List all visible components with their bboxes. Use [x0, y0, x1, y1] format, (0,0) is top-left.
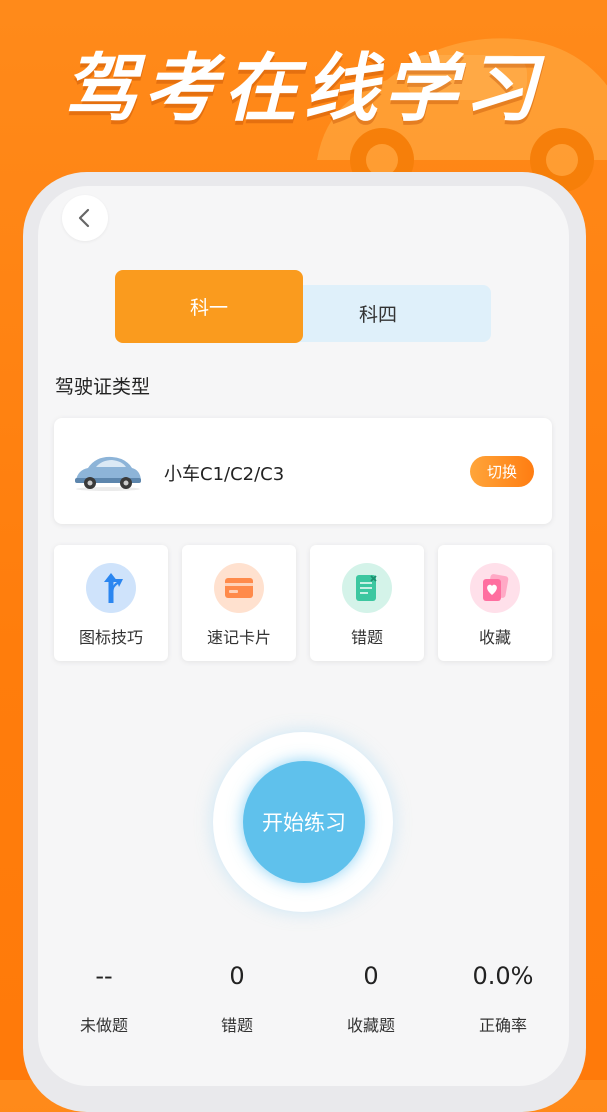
tool-label: 错题 [350, 628, 383, 647]
license-type-value: 小车C1/C2/C3 [164, 464, 285, 485]
tool-favorites[interactable]: 收藏 [438, 545, 552, 661]
chevron-left-icon [78, 208, 90, 228]
stat-wrong[interactable]: 0 错题 [177, 960, 297, 1036]
tool-label: 收藏 [478, 628, 511, 647]
tool-label: 速记卡片 [206, 628, 271, 647]
stat-value: 0 [229, 962, 245, 990]
stat-label: 正确率 [478, 1016, 527, 1035]
tool-grid: 图标技巧 速记卡片 错题 收藏 [54, 545, 554, 661]
stat-value: 0.0% [472, 962, 534, 990]
stat-value: 0 [363, 962, 379, 990]
stat-label: 错题 [220, 1016, 253, 1035]
subject-tabs: 科四 科一 [115, 270, 491, 343]
tool-label: 图标技巧 [78, 628, 143, 647]
tool-flash-cards[interactable]: 速记卡片 [182, 545, 296, 661]
start-practice-ring: 开始练习 [213, 732, 393, 912]
switch-license-button[interactable]: 切换 [470, 456, 534, 487]
stat-label: 收藏题 [346, 1016, 395, 1035]
tab-subject-one[interactable]: 科一 [115, 270, 303, 343]
stat-label: 未做题 [79, 1016, 128, 1035]
practice-stats: -- 未做题 0 错题 0 收藏题 0.0% 正确率 [38, 960, 569, 1050]
stat-favorites[interactable]: 0 收藏题 [311, 960, 431, 1036]
stat-value: -- [95, 962, 113, 990]
card-icon [214, 563, 264, 613]
stat-undone[interactable]: -- 未做题 [44, 960, 164, 1036]
heart-card-icon [470, 563, 520, 613]
car-icon [75, 456, 141, 491]
tool-icon-tips[interactable]: 图标技巧 [54, 545, 168, 661]
license-type-title: 驾驶证类型 [55, 376, 151, 398]
banner-headline: 驾考在线学习 [63, 46, 544, 132]
stat-accuracy[interactable]: 0.0% 正确率 [443, 960, 563, 1036]
license-type-card[interactable]: 小车C1/C2/C3 切换 [54, 418, 552, 524]
back-button[interactable] [62, 195, 108, 241]
tool-wrong-questions[interactable]: 错题 [310, 545, 424, 661]
road-sign-icon [86, 563, 136, 613]
wrong-notebook-icon [342, 563, 392, 613]
start-practice-button[interactable]: 开始练习 [243, 761, 365, 883]
